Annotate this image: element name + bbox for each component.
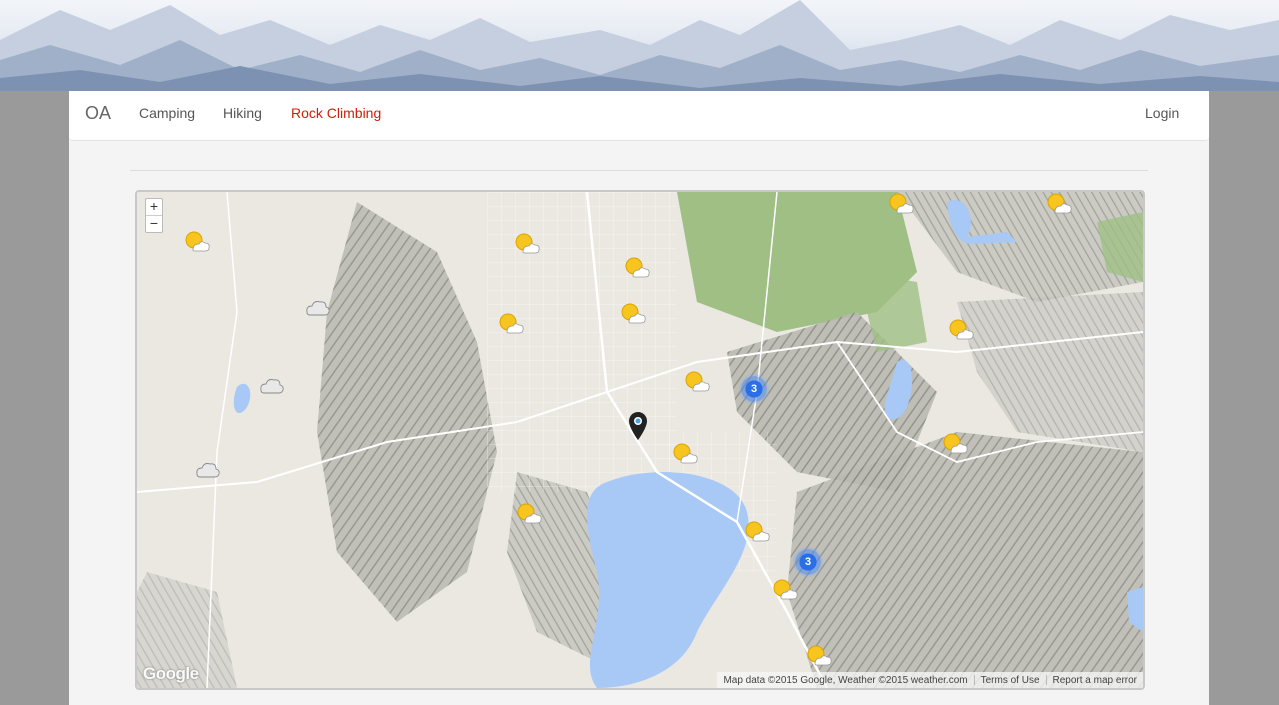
google-logo: Google xyxy=(143,664,199,683)
sun-cloud-icon[interactable] xyxy=(619,302,647,326)
sun-cloud-icon[interactable] xyxy=(183,230,211,254)
sun-cloud-icon[interactable] xyxy=(683,370,711,394)
nav-rock-climbing[interactable]: Rock Climbing xyxy=(291,105,381,121)
brand-link[interactable]: OA xyxy=(85,103,111,124)
report-map-error-link[interactable]: Report a map error xyxy=(1047,675,1143,686)
map-canvas[interactable]: + − 3 3 Google Map data ©2015 Google, We… xyxy=(135,190,1145,690)
sun-cloud-icon[interactable] xyxy=(805,644,833,668)
nav-camping[interactable]: Camping xyxy=(139,105,195,121)
zoom-control: + − xyxy=(145,198,163,233)
location-pin-icon[interactable] xyxy=(629,412,647,440)
cloud-icon[interactable] xyxy=(303,294,331,318)
sun-cloud-icon[interactable] xyxy=(887,192,915,216)
zoom-in-button[interactable]: + xyxy=(146,199,162,215)
sun-cloud-icon[interactable] xyxy=(623,256,651,280)
sun-cloud-icon[interactable] xyxy=(497,312,525,336)
login-link[interactable]: Login xyxy=(1145,105,1179,121)
page-container: OA Camping Hiking Rock Climbing Login + … xyxy=(69,91,1209,705)
divider xyxy=(130,170,1148,171)
sun-cloud-icon[interactable] xyxy=(941,432,969,456)
mountain-banner xyxy=(0,0,1279,91)
map-attribution: Map data ©2015 Google, Weather ©2015 wea… xyxy=(723,674,968,686)
sun-cloud-icon[interactable] xyxy=(1045,192,1073,216)
nav-hiking[interactable]: Hiking xyxy=(223,105,262,121)
zoom-out-button[interactable]: − xyxy=(146,215,162,232)
sun-cloud-icon[interactable] xyxy=(771,578,799,602)
map-attribution-bar: Map data ©2015 Google, Weather ©2015 wea… xyxy=(717,672,1143,688)
mountain-illustration xyxy=(0,0,1279,91)
sun-cloud-icon[interactable] xyxy=(513,232,541,256)
sun-cloud-icon[interactable] xyxy=(515,502,543,526)
navbar: OA Camping Hiking Rock Climbing Login xyxy=(69,91,1209,141)
marker-cluster[interactable]: 3 xyxy=(793,547,823,577)
sun-cloud-icon[interactable] xyxy=(743,520,771,544)
terms-of-use-link[interactable]: Terms of Use xyxy=(975,675,1046,686)
sun-cloud-icon[interactable] xyxy=(671,442,699,466)
cloud-icon[interactable] xyxy=(257,372,285,396)
sun-cloud-icon[interactable] xyxy=(947,318,975,342)
cloud-icon[interactable] xyxy=(193,456,221,480)
marker-cluster[interactable]: 3 xyxy=(739,374,769,404)
